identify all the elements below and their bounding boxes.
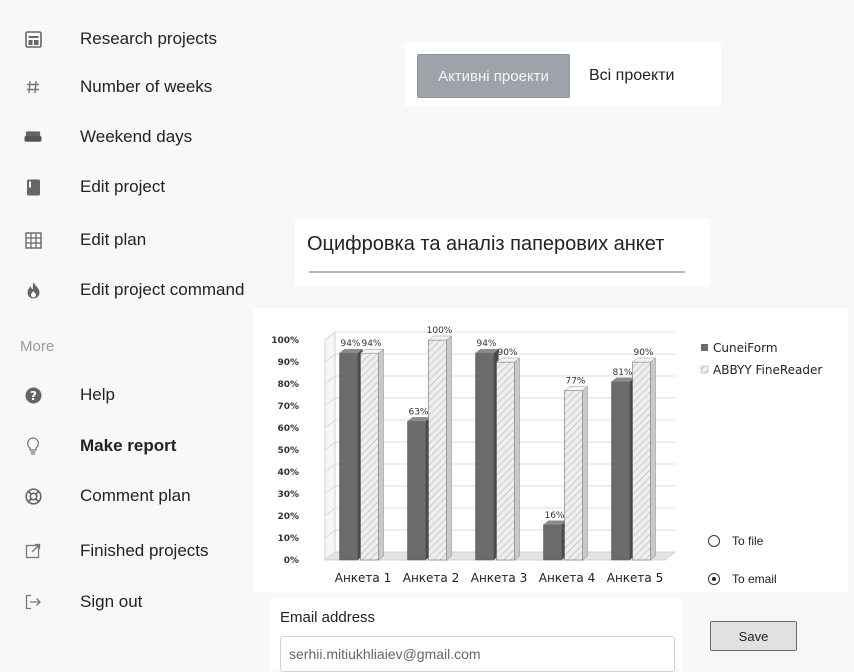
save-button[interactable]: Save	[710, 621, 797, 651]
bar-side	[650, 357, 656, 561]
project-title-panel: Оцифровка та аналіз паперових анкет	[295, 219, 711, 287]
x-tick-label: Анкета 2	[403, 571, 459, 585]
y-tick-label: 70%	[277, 402, 299, 412]
y-tick-label: 50%	[277, 446, 299, 456]
external-link-icon	[24, 542, 42, 560]
y-tick-label: 80%	[277, 380, 299, 390]
email-label: Email address	[280, 609, 376, 626]
data-label: 16%	[544, 511, 564, 521]
sofa-icon	[24, 128, 42, 146]
y-tick-label: 90%	[277, 358, 299, 368]
tab-all-projects[interactable]: Всі проекти	[589, 54, 674, 98]
data-label: 63%	[408, 407, 428, 417]
y-tick-label: 10%	[277, 534, 299, 544]
x-tick-label: Анкета 5	[607, 571, 663, 585]
bar-side	[514, 357, 520, 561]
sidebar-item-research-projects[interactable]: Research projects	[0, 19, 280, 59]
radio-button[interactable]	[708, 535, 720, 547]
bar	[339, 352, 358, 561]
page-title: Оцифровка та аналіз паперових анкет	[307, 233, 665, 255]
x-tick-label: Анкета 3	[471, 571, 527, 585]
question-icon: ?	[24, 386, 42, 404]
grid-icon	[24, 231, 42, 249]
hash-icon	[24, 78, 42, 96]
bar-side	[378, 348, 384, 561]
sidebar-item-label: Research projects	[80, 29, 218, 48]
email-field[interactable]	[280, 636, 675, 672]
data-label: 94%	[361, 339, 381, 349]
lightbulb-icon	[24, 436, 42, 455]
legend-label: CuneiForm	[713, 341, 778, 355]
sidebar-item-label: Edit project command	[80, 280, 245, 299]
data-label: 90%	[633, 348, 653, 358]
table-icon	[24, 30, 42, 48]
y-tick-label: 40%	[277, 468, 299, 478]
email-panel: Email address	[270, 598, 682, 672]
x-tick-label: Анкета 1	[335, 571, 391, 585]
sidebar-item-sign-out[interactable]: Sign out	[0, 582, 280, 622]
bar	[564, 390, 583, 561]
data-label: 77%	[565, 377, 585, 387]
sidebar-item-label: Weekend days	[80, 127, 193, 146]
y-tick-label: 0%	[284, 556, 299, 566]
title-underline	[309, 271, 685, 273]
data-label: 81%	[612, 368, 632, 378]
sidebar-item-finished-projects[interactable]: Finished projects	[0, 531, 280, 571]
sidebar-item-label: Make report	[80, 436, 177, 455]
y-tick-label: 20%	[277, 512, 299, 522]
bar	[632, 361, 651, 561]
y-tick-label: 100%	[271, 336, 299, 346]
bar	[496, 361, 515, 561]
radio-label: To file	[732, 534, 764, 548]
section-label-more: More	[20, 338, 55, 355]
bar	[543, 524, 562, 561]
sidebar-item-label: Number of weeks	[80, 77, 213, 96]
sidebar-item-label: Comment plan	[80, 486, 191, 505]
legend-label: ABBYY FineReader	[713, 363, 822, 377]
project-tabs: Активні проекти Всі проекти	[405, 42, 721, 106]
bar-side	[582, 386, 588, 561]
sidebar-item-number-of-weeks[interactable]: Number of weeks	[0, 67, 280, 107]
sign-out-icon	[24, 593, 42, 611]
svg-text:?: ?	[30, 389, 37, 403]
sidebar-item-weekend-days[interactable]: Weekend days	[0, 117, 280, 157]
data-label: 100%	[427, 326, 453, 336]
bar	[407, 421, 426, 561]
data-label: 94%	[340, 339, 360, 349]
radio-label: To email	[732, 572, 777, 586]
bar	[475, 352, 494, 561]
sidebar-item-edit-project[interactable]: Edit project	[0, 167, 280, 207]
sidebar: Research projects Number of weeks Weeken…	[0, 0, 280, 669]
sidebar-item-label: Edit plan	[80, 230, 147, 249]
sidebar-item-edit-plan[interactable]: Edit plan	[0, 220, 280, 260]
lifebuoy-icon	[24, 487, 42, 505]
radio-to-file[interactable]: To file	[708, 534, 763, 548]
sidebar-item-label: Finished projects	[80, 541, 209, 560]
radio-to-email[interactable]: To email	[708, 572, 777, 586]
sidebar-item-make-report[interactable]: Make report	[0, 426, 280, 466]
sidebar-item-help[interactable]: ? Help	[0, 375, 280, 415]
data-label: 94%	[476, 339, 496, 349]
legend-swatch	[700, 365, 709, 374]
sidebar-item-comment-plan[interactable]: Comment plan	[0, 476, 280, 516]
data-label: 90%	[497, 348, 517, 358]
y-tick-label: 30%	[277, 490, 299, 500]
fire-icon	[24, 281, 42, 299]
legend-swatch	[701, 344, 708, 351]
bar	[428, 339, 447, 561]
bar	[360, 352, 379, 561]
x-tick-label: Анкета 4	[539, 571, 595, 585]
tab-active-projects[interactable]: Активні проекти	[417, 54, 570, 98]
radio-button[interactable]	[708, 573, 720, 585]
book-icon	[24, 178, 42, 196]
sidebar-item-label: Help	[80, 385, 115, 404]
bar	[611, 381, 630, 561]
sidebar-item-label: Sign out	[80, 592, 143, 611]
sidebar-item-label: Edit project	[80, 177, 166, 196]
bar-side	[446, 335, 452, 561]
y-tick-label: 60%	[277, 424, 299, 434]
chart-panel: 0% 10% 20% 30% 40% 50% 60% 70% 80% 90% 100% 94% 94% А…	[253, 308, 848, 592]
bar-chart: 0%10%20%30%40%50%60%70%80%90%100% 94% 94%А…	[271, 326, 822, 585]
sidebar-item-edit-project-command[interactable]: Edit project command	[0, 270, 280, 310]
